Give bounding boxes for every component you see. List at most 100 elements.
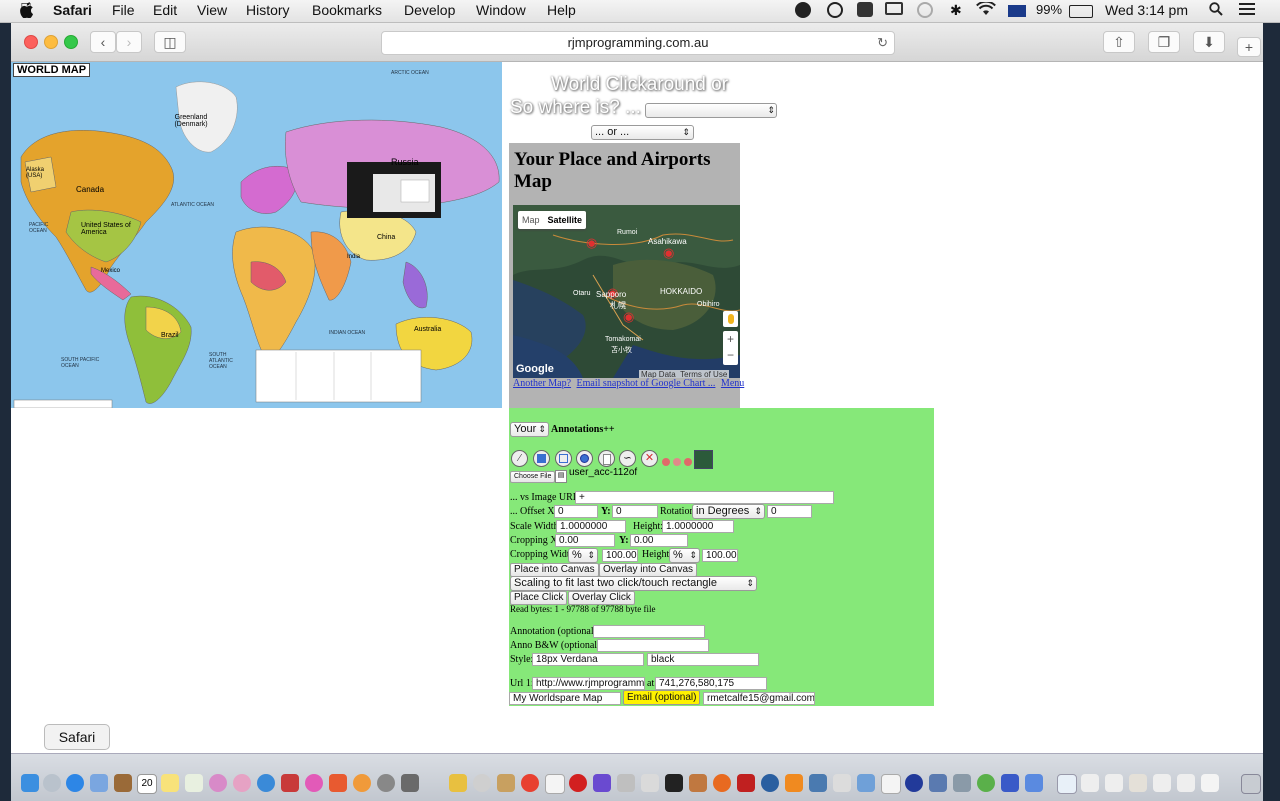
itunes-icon[interactable] xyxy=(305,774,323,792)
menu-develop[interactable]: Develop xyxy=(404,2,455,18)
curve-tool-icon[interactable]: ∽ xyxy=(619,450,636,467)
style-font-input[interactable]: 18px Verdana xyxy=(532,653,644,666)
zoom-minus-icon[interactable] xyxy=(662,458,670,466)
bbedit-icon[interactable] xyxy=(905,774,923,792)
line-tool-icon[interactable]: ⁄ xyxy=(511,450,528,467)
screen-icon[interactable] xyxy=(809,774,827,792)
maps-icon[interactable] xyxy=(185,774,203,792)
rotation-unit-select[interactable]: in Degrees ⇕ xyxy=(692,504,765,519)
street-view-pegman-icon[interactable] xyxy=(723,311,738,327)
sidebar-button[interactable]: ◫ xyxy=(154,31,186,53)
rectangle-tool-icon[interactable] xyxy=(555,450,572,467)
map-tab[interactable]: Map xyxy=(518,215,544,225)
jet-icon[interactable] xyxy=(1001,774,1019,792)
url1-input[interactable]: http://www.rjmprogramming.com.au xyxy=(532,677,645,690)
overlay-click-button[interactable]: Overlay Click xyxy=(568,591,635,605)
crop-width-input[interactable]: 100.00 xyxy=(602,549,638,562)
map-marker-icon[interactable]: ◉ xyxy=(623,309,634,325)
system-preferences-icon[interactable] xyxy=(377,774,395,792)
scale-width-input[interactable]: 1.0000000 xyxy=(556,520,626,533)
cube-icon[interactable] xyxy=(857,774,875,792)
chrome-icon[interactable] xyxy=(521,774,539,792)
email-button[interactable]: Email (optional) xyxy=(623,690,701,705)
trash-icon[interactable] xyxy=(1241,774,1261,794)
new-tab-button[interactable]: + xyxy=(1237,37,1261,57)
virtualbox-icon[interactable] xyxy=(929,774,947,792)
map-data-link[interactable]: Map Data xyxy=(641,370,676,378)
filezilla-icon[interactable] xyxy=(737,774,755,792)
rotation-value-input[interactable]: 0 xyxy=(767,505,812,518)
document-stack-icon[interactable] xyxy=(1153,774,1171,792)
zoom-plus-icon[interactable] xyxy=(684,458,692,466)
textedit-icon[interactable] xyxy=(545,774,565,794)
image-capture-icon[interactable] xyxy=(617,774,635,792)
reload-icon[interactable]: ↻ xyxy=(877,32,888,54)
where-is-select[interactable]: ⇕ xyxy=(645,103,777,118)
map-marker-icon[interactable]: ◉ xyxy=(586,235,597,251)
crop-width-unit-select[interactable]: % ⇕ xyxy=(568,548,598,563)
menu-window[interactable]: Window xyxy=(476,2,526,18)
finder-icon[interactable] xyxy=(21,774,39,792)
map-marker-icon[interactable]: ◉ xyxy=(663,245,674,261)
email-snapshot-link[interactable]: Email snapshot of Google Chart ... xyxy=(577,378,716,389)
bluetooth-icon[interactable]: ✱ xyxy=(950,2,962,19)
firefox-icon[interactable] xyxy=(713,774,731,792)
grapher-icon[interactable] xyxy=(641,774,659,792)
apple-menu[interactable] xyxy=(20,2,34,19)
zoom-in-button[interactable]: + xyxy=(723,331,738,347)
menu-view[interactable]: View xyxy=(197,2,227,18)
zoom-window-button[interactable] xyxy=(64,35,78,49)
close-window-button[interactable] xyxy=(24,35,38,49)
crop-height-input[interactable]: 100.00 xyxy=(702,549,738,562)
notification-center-icon[interactable] xyxy=(1239,2,1255,16)
wifi-icon[interactable] xyxy=(976,0,996,16)
document-icon[interactable] xyxy=(881,774,901,794)
back-button[interactable]: ‹ xyxy=(90,31,116,53)
filezilla-like-icon[interactable] xyxy=(449,774,467,792)
app-store-icon[interactable] xyxy=(353,774,371,792)
photo-booth-icon[interactable] xyxy=(281,774,299,792)
style-color-input[interactable]: black xyxy=(647,653,759,666)
map-name-input[interactable]: My Worldspare Map xyxy=(509,692,621,705)
anno-bw-input[interactable] xyxy=(597,639,709,652)
calendar-icon[interactable]: 20 xyxy=(137,774,157,794)
forward-button[interactable]: › xyxy=(116,31,142,53)
another-map-link[interactable]: Another Map? xyxy=(513,378,571,389)
imovie-icon[interactable] xyxy=(593,774,611,792)
airplay-icon[interactable] xyxy=(885,2,903,15)
zoom-reset-icon[interactable] xyxy=(673,458,681,466)
email-address-input[interactable]: rmetcalfe15@gmail.com xyxy=(703,692,815,705)
xampp-icon[interactable] xyxy=(977,774,995,792)
map-thumbnail-icon[interactable] xyxy=(694,450,713,469)
offset-x-input[interactable]: 0 xyxy=(554,505,598,518)
address-bar[interactable]: rjmprogramming.com.au ↻ xyxy=(381,31,895,55)
messages-icon[interactable] xyxy=(257,774,275,792)
time-machine-icon[interactable] xyxy=(917,2,933,18)
contacts-icon[interactable] xyxy=(114,774,132,792)
php-icon[interactable] xyxy=(953,774,971,792)
scaling-mode-select[interactable]: Scaling to fit last two click/touch rect… xyxy=(510,576,757,591)
mail-icon[interactable] xyxy=(90,774,108,792)
document-stack-icon[interactable] xyxy=(1105,774,1123,792)
crop-height-unit-select[interactable]: % ⇕ xyxy=(669,548,700,563)
minimize-window-button[interactable] xyxy=(44,35,58,49)
share-button[interactable]: ⇧ xyxy=(1103,31,1135,53)
tray-app-icon[interactable] xyxy=(795,2,811,18)
help-icon[interactable] xyxy=(833,774,851,792)
google-satellite-map[interactable]: Map Satellite ◉ ◉ ◉ ◉ Rumoi Asahikawa HOK… xyxy=(513,205,740,378)
place-click-button[interactable]: Place Click xyxy=(510,591,568,605)
opera-icon[interactable] xyxy=(569,774,587,792)
launchpad-icon[interactable] xyxy=(43,774,61,792)
annotation-input[interactable] xyxy=(593,625,705,638)
scale-height-input[interactable]: 1.0000000 xyxy=(662,520,734,533)
terminal-icon[interactable] xyxy=(665,774,683,792)
menu-file[interactable]: File xyxy=(112,2,135,18)
cropping-x-input[interactable]: 0.00 xyxy=(555,534,615,547)
downloads-stack-icon[interactable] xyxy=(1057,774,1077,794)
world-map-image[interactable]: WORLD MAP Greenland (Denmark) Canada Ala… xyxy=(11,62,502,408)
battery-icon[interactable] xyxy=(1069,5,1093,18)
ellipse-tool-icon[interactable] xyxy=(598,450,615,467)
menu-help[interactable]: Help xyxy=(547,2,576,18)
vlc-icon[interactable] xyxy=(785,774,803,792)
overlay-into-canvas-button[interactable]: Overlay into Canvas xyxy=(599,563,698,577)
